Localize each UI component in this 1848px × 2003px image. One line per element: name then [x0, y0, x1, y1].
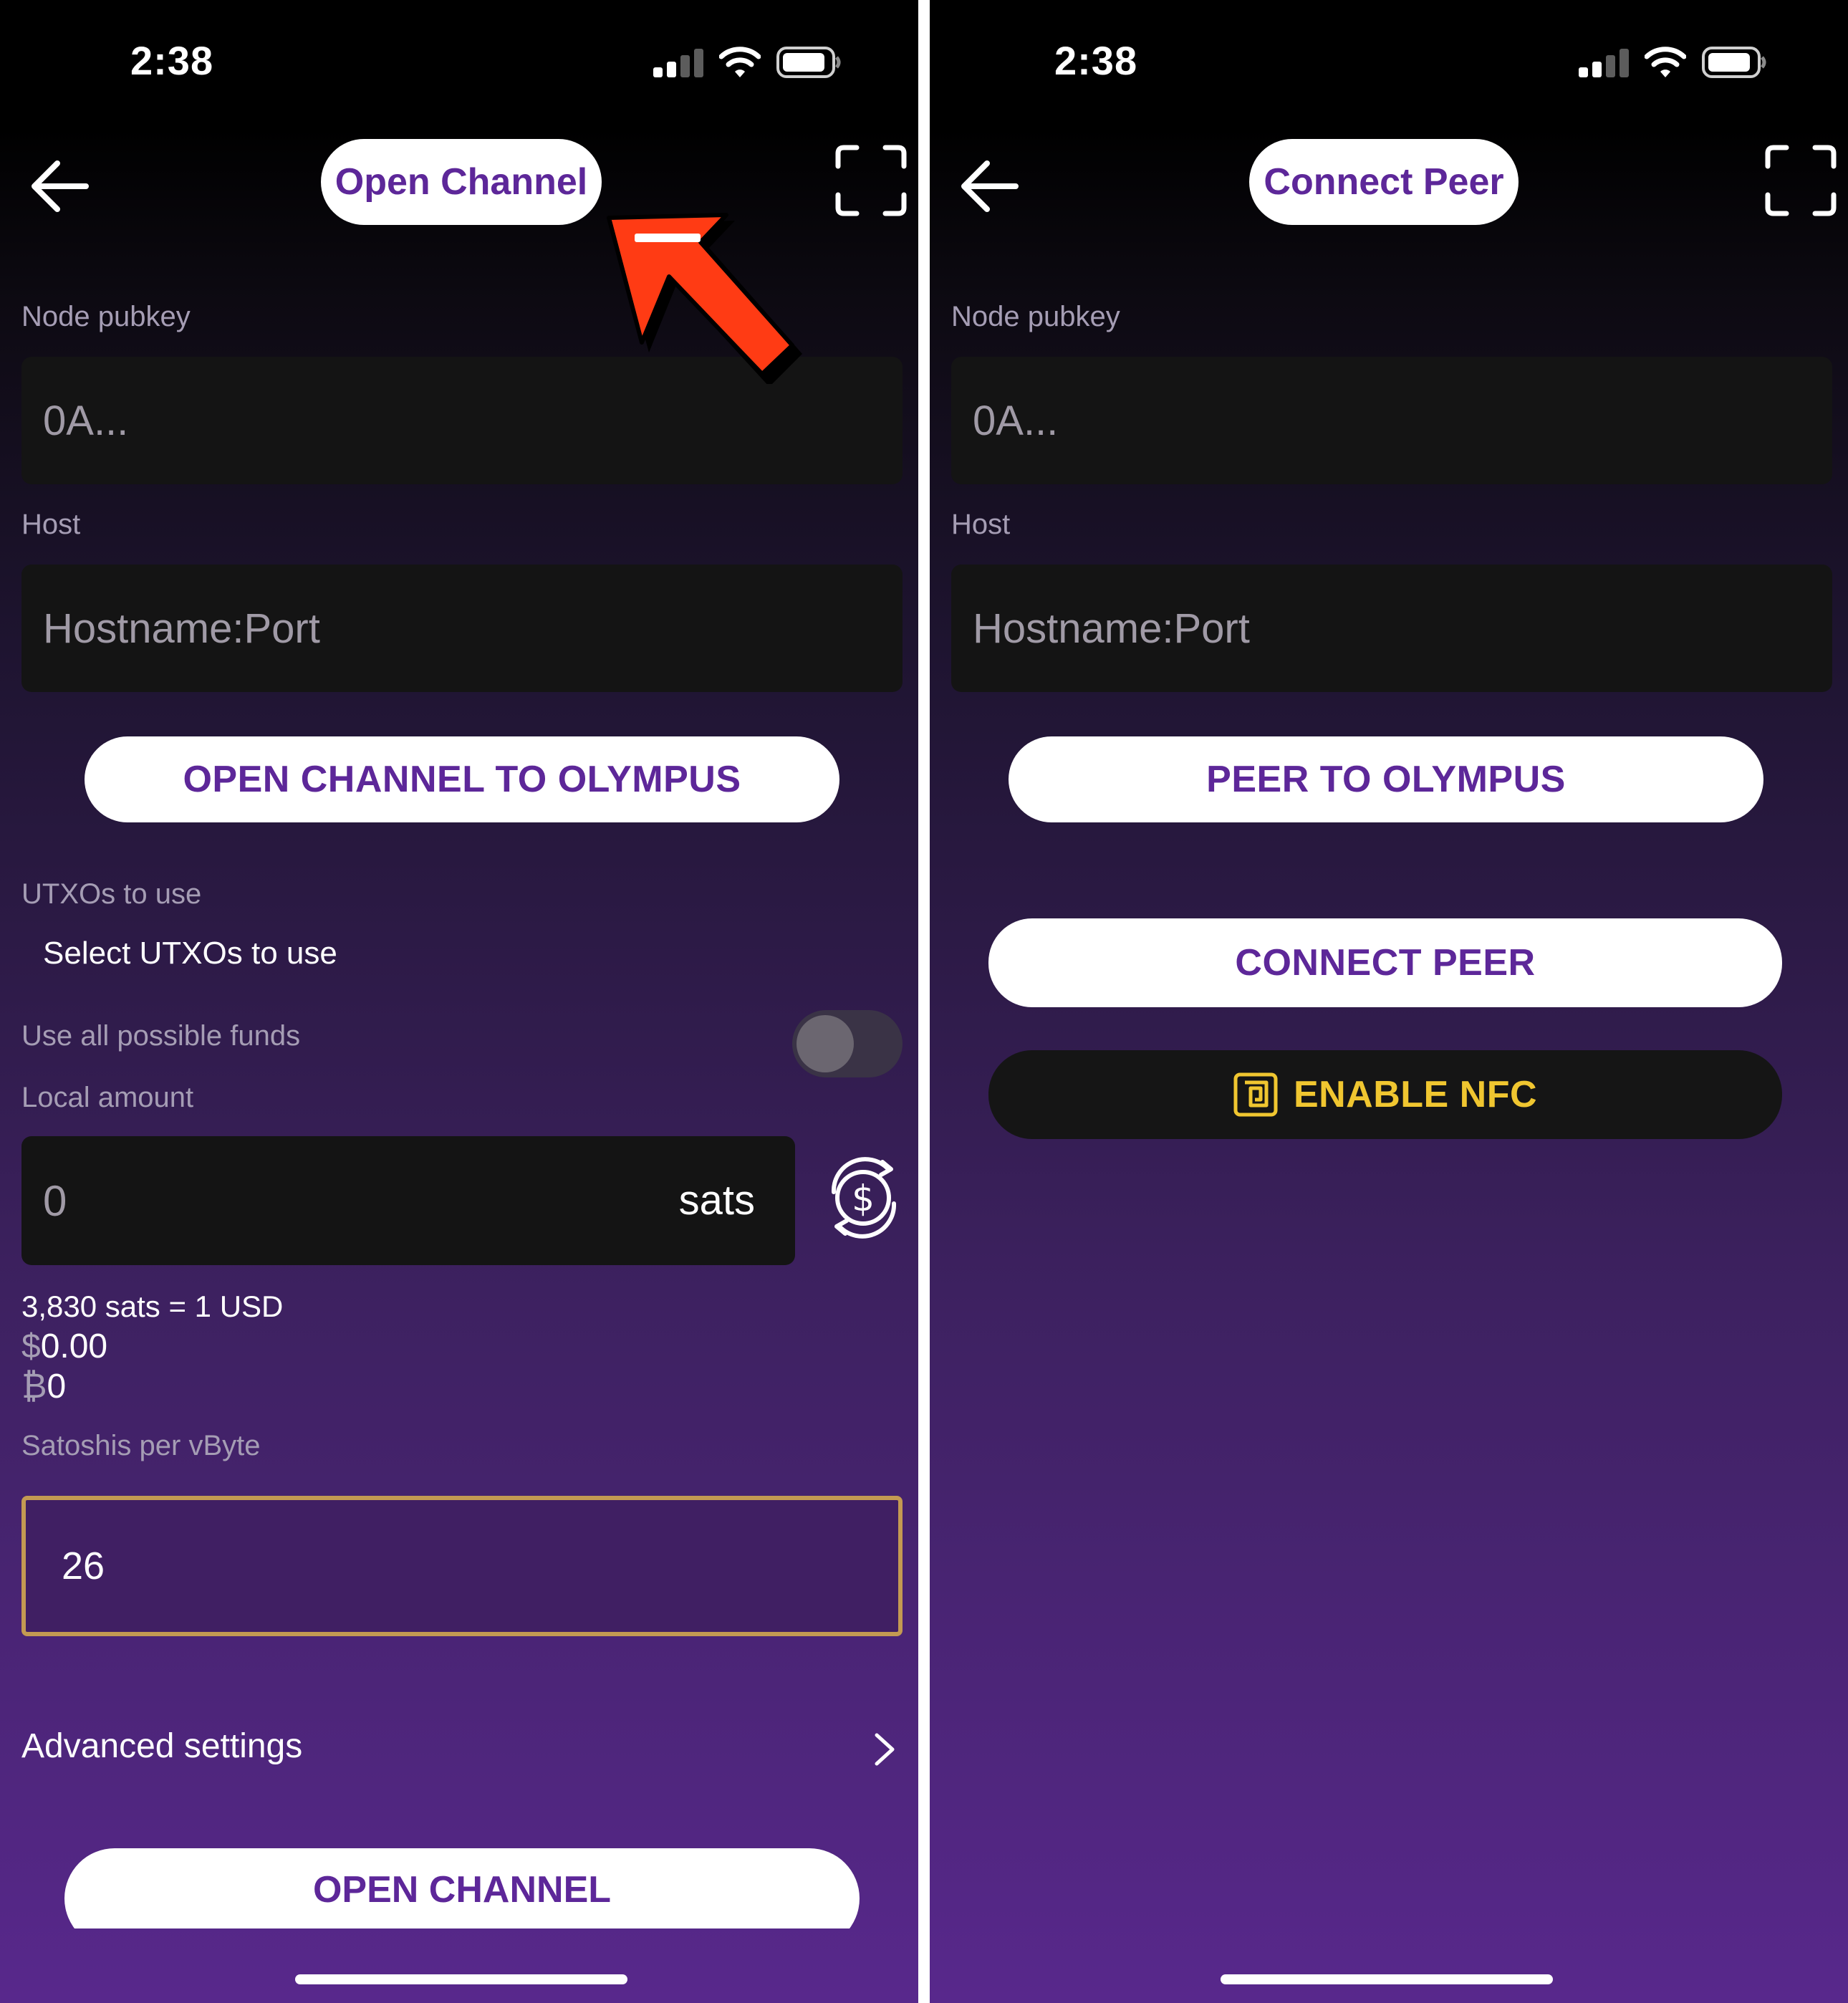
peer-to-olympus-button[interactable]: PEER TO OLYMPUS: [1009, 736, 1763, 822]
back-arrow-icon[interactable]: [29, 158, 90, 215]
node-pubkey-label: Node pubkey: [21, 301, 191, 332]
chevron-right-icon: [875, 1733, 895, 1766]
home-indicator: [1221, 1974, 1553, 1984]
status-time: 2:38: [130, 38, 214, 83]
node-pubkey-label: Node pubkey: [951, 301, 1120, 332]
fee-label: Satoshis per vByte: [21, 1430, 261, 1461]
connect-peer-button[interactable]: CONNECT PEER: [988, 918, 1782, 1007]
signal-icon: [1579, 47, 1629, 77]
open-channel-button[interactable]: OPEN CHANNEL: [64, 1848, 860, 1928]
page-title[interactable]: Connect Peer: [1249, 139, 1519, 225]
wifi-icon: [1645, 47, 1686, 77]
back-arrow-icon[interactable]: [958, 158, 1020, 215]
fiat-symbol: $: [21, 1327, 41, 1365]
battery-icon: [1702, 47, 1766, 78]
advanced-settings-row[interactable]: Advanced settings: [21, 1719, 903, 1777]
use-all-funds-toggle[interactable]: [792, 1010, 903, 1077]
amount-value: 0: [43, 1177, 67, 1225]
utxos-label: UTXOs to use: [21, 878, 202, 910]
scan-icon[interactable]: [835, 145, 907, 216]
exchange-rate: 3,830 sats = 1 USD: [21, 1289, 284, 1323]
currency-convert-icon[interactable]: $: [822, 1155, 907, 1241]
status-time: 2:38: [1054, 38, 1138, 83]
open-channel-screen: 2:38 Open Channel Node pubkey 0A... Host…: [0, 0, 918, 2003]
home-indicator: [295, 1974, 627, 1984]
host-input[interactable]: Hostname:Port: [951, 565, 1832, 692]
enable-nfc-button[interactable]: ENABLE NFC: [988, 1050, 1782, 1139]
annotation-arrow-icon: [607, 213, 802, 384]
battery-icon: [776, 47, 841, 78]
select-utxos-link[interactable]: Select UTXOs to use: [43, 936, 337, 971]
nfc-icon: [1233, 1072, 1278, 1117]
wifi-icon: [719, 47, 761, 77]
btc-symbol: ₿: [21, 1368, 47, 1406]
local-amount-input[interactable]: 0 sats: [21, 1136, 795, 1265]
fiat-amount: $0.00: [21, 1327, 107, 1366]
connect-peer-screen: 2:38 Connect Peer Node pubkey 0A... Host…: [930, 0, 1848, 2003]
btc-amount: ₿0: [21, 1367, 66, 1406]
host-input[interactable]: Hostname:Port: [21, 565, 903, 692]
advanced-settings-label: Advanced settings: [21, 1727, 303, 1765]
toggle-knob: [797, 1015, 854, 1072]
local-amount-label: Local amount: [21, 1082, 194, 1113]
btc-value: 0: [47, 1368, 67, 1406]
enable-nfc-label: ENABLE NFC: [1293, 1074, 1538, 1115]
host-label: Host: [21, 509, 81, 540]
page-title[interactable]: Open Channel: [321, 139, 602, 225]
open-channel-button-wrap: OPEN CHANNEL: [64, 1848, 860, 1928]
amount-unit: sats: [678, 1177, 755, 1224]
status-bar: 2:38: [0, 0, 918, 128]
use-all-funds-label: Use all possible funds: [21, 1020, 301, 1052]
host-label: Host: [951, 509, 1011, 540]
status-bar: 2:38: [930, 0, 1848, 128]
node-pubkey-input[interactable]: 0A...: [951, 357, 1832, 484]
sats-per-vbyte-input[interactable]: 26: [21, 1496, 903, 1636]
svg-text:$: $: [852, 1178, 875, 1219]
open-channel-to-olympus-button[interactable]: OPEN CHANNEL TO OLYMPUS: [85, 736, 839, 822]
scan-icon[interactable]: [1765, 145, 1837, 216]
signal-icon: [653, 47, 703, 77]
fiat-value: 0.00: [40, 1327, 108, 1365]
